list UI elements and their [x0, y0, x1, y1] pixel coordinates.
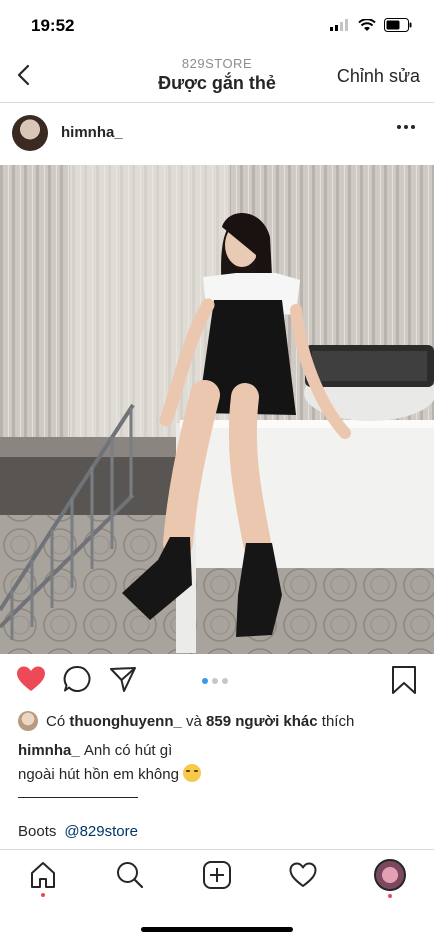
- search-icon[interactable]: [115, 860, 145, 890]
- tag-mention[interactable]: @829store: [64, 823, 138, 840]
- home-notification-dot: [41, 893, 45, 897]
- edit-button[interactable]: Chỉnh sửa: [337, 66, 420, 87]
- status-time: 19:52: [31, 16, 75, 35]
- activity-icon[interactable]: [288, 860, 318, 890]
- post-actions: [0, 662, 434, 702]
- profile-icon[interactable]: [374, 859, 406, 891]
- carousel-dot: [212, 678, 218, 684]
- tag-label: Boots: [18, 823, 57, 840]
- bottom-tab-bar: [0, 849, 434, 942]
- bookmark-icon[interactable]: [391, 665, 417, 695]
- carousel-indicator: [202, 678, 228, 684]
- caption-line2: ngoài hút hồn em không: [18, 766, 179, 783]
- add-icon[interactable]: [202, 860, 232, 890]
- liker-username[interactable]: thuonghuyenn_: [69, 713, 182, 730]
- share-icon[interactable]: [109, 665, 137, 693]
- status-bar: 19:52: [0, 0, 434, 52]
- likes-suffix: thích: [321, 712, 355, 730]
- comment-icon[interactable]: [63, 665, 91, 693]
- liker-avatar: [18, 711, 38, 731]
- wifi-icon: [358, 18, 376, 31]
- heart-filled-icon[interactable]: [16, 665, 46, 693]
- post-header: himnha_: [0, 103, 434, 163]
- battery-icon: [384, 18, 412, 32]
- caption-username[interactable]: himnha_: [18, 742, 80, 759]
- carousel-dot: [222, 678, 228, 684]
- caption-line1: Anh có hút gì: [83, 742, 173, 759]
- home-indicator: [141, 927, 293, 932]
- status-icons: [330, 18, 412, 32]
- post-username[interactable]: himnha_: [61, 124, 123, 141]
- smirk-emoji-icon: [182, 764, 201, 782]
- nav-header: 829STORE Được gắn thẻ Chỉnh sửa: [0, 52, 434, 103]
- likes-prefix: Có: [46, 712, 66, 730]
- avatar[interactable]: [12, 115, 48, 151]
- tag-line: Boots @829store: [18, 823, 138, 840]
- signal-icon: [330, 19, 348, 31]
- caption-divider: [18, 797, 138, 798]
- home-icon[interactable]: [28, 860, 58, 890]
- profile-notification-dot: [388, 894, 392, 898]
- carousel-dot-active: [202, 678, 208, 684]
- likes-count[interactable]: 859 người khác: [206, 713, 318, 730]
- likes-line[interactable]: Có thuonghuyenn_ và 859 người khác thích: [18, 711, 354, 731]
- likes-and: và: [186, 712, 202, 730]
- caption: himnha_ Anh có hút gì ngoài hút hồn em k…: [18, 739, 418, 787]
- post-image: [0, 165, 434, 654]
- post-photo[interactable]: [0, 165, 434, 654]
- more-icon[interactable]: [396, 124, 416, 130]
